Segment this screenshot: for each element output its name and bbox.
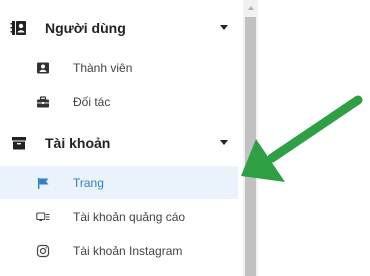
archive-icon	[10, 134, 28, 152]
briefcase-icon	[36, 95, 50, 109]
sidebar-item-pages[interactable]: Trang	[0, 166, 238, 199]
scrollbar-thumb[interactable]	[245, 17, 256, 276]
sidebar-group-label: Tài khoản	[45, 135, 111, 151]
sidebar-item-ad-accounts[interactable]: Tài khoản quảng cáo	[0, 200, 238, 233]
address-book-icon	[10, 19, 28, 37]
ad-icon	[36, 210, 50, 224]
scroll-up-button[interactable]	[243, 0, 258, 15]
chevron-down-icon	[220, 140, 228, 145]
sidebar-group-label: Người dùng	[45, 20, 126, 36]
sidebar-item-label: Trang	[73, 175, 104, 190]
sidebar-item-label: Thành viên	[73, 60, 133, 75]
chevron-down-icon	[220, 25, 228, 30]
sidebar-item-label: Đối tác	[73, 94, 111, 109]
flag-icon	[36, 176, 50, 190]
chevron-up-icon	[247, 5, 254, 10]
instagram-icon	[36, 244, 50, 258]
sidebar-item-label: Tài khoản quảng cáo	[73, 209, 186, 224]
sidebar-item-instagram[interactable]: Tài khoản Instagram	[0, 234, 238, 267]
sidebar-item-label: Tài khoản Instagram	[73, 243, 183, 258]
sidebar-group-accounts[interactable]: Tài khoản	[0, 125, 243, 161]
id-card-icon	[36, 61, 50, 75]
sidebar-scrollbar[interactable]	[243, 0, 258, 276]
sidebar-group-users[interactable]: Người dùng	[0, 10, 243, 46]
sidebar-item-partners[interactable]: Đối tác	[0, 85, 238, 118]
sidebar-item-members[interactable]: Thành viên	[0, 51, 238, 84]
sidebar-menu: Người dùng Thành viên Đối tác Tài khoản …	[0, 0, 243, 276]
